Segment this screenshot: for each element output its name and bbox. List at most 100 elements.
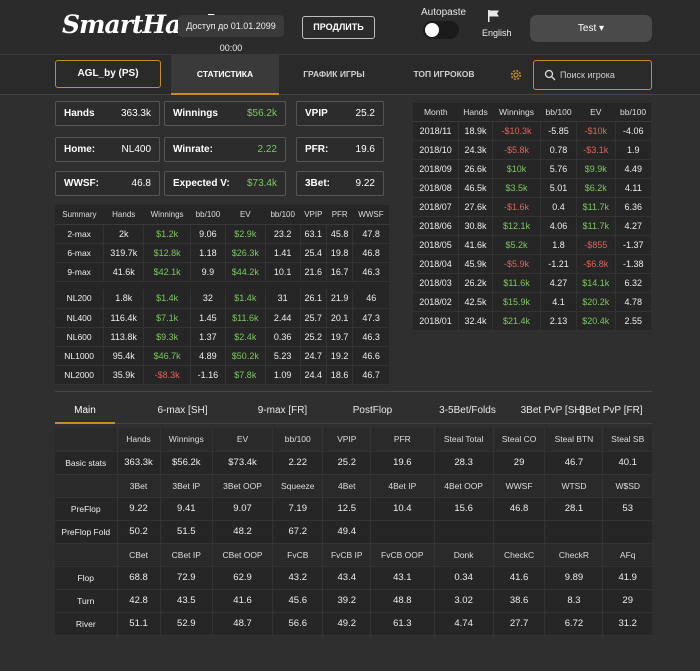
stat-cell	[544, 520, 603, 544]
table-cell: $2.4k	[224, 327, 266, 347]
stat-cell: 4Bet	[322, 474, 371, 498]
tab-statistics[interactable]: СТАТИСТИКА	[171, 55, 279, 95]
stat-cell: FvCB OOP	[370, 543, 435, 567]
table-cell: 16.7	[325, 262, 353, 282]
column-header[interactable]: EV	[225, 205, 266, 225]
stat-card-label: Hands	[64, 108, 95, 119]
table-cell: 21.6	[299, 262, 327, 282]
stat-cell: PFR	[370, 428, 435, 452]
stat-cell: 48.7	[212, 612, 273, 636]
stat-tab[interactable]: 3Bet PvP [FR]	[570, 399, 652, 424]
stat-cell: 9.22	[116, 497, 161, 521]
column-header[interactable]: EV	[576, 103, 616, 122]
stat-tab[interactable]: Main	[55, 399, 115, 424]
stat-cell: WTSD	[544, 474, 603, 498]
table-cell: 0.36	[264, 327, 301, 347]
section-divider	[55, 391, 652, 392]
table-cell: 319.7k	[103, 243, 144, 263]
table-row: 2018/06 30.8k $12.1k 4.06 $11.7k 4.27	[413, 216, 651, 236]
column-header[interactable]: bb/100	[540, 103, 577, 122]
table-cell: 35.9k	[103, 365, 144, 385]
stat-cell: 61.3	[370, 612, 435, 636]
stat-cell: 49.2	[322, 612, 371, 636]
column-header[interactable]: Month	[413, 103, 459, 122]
table-cell: $20.2k	[575, 292, 616, 312]
stat-cell: 2.22	[272, 451, 323, 475]
table-cell: 19.2	[325, 346, 353, 366]
table-cell: $11.7k	[575, 216, 616, 236]
stat-cell: WWSF	[492, 474, 545, 498]
table-row: 2018/02 42.5k $15.9k 4.1 $20.2k 4.78	[413, 292, 651, 312]
table-cell: 5.23	[264, 346, 301, 366]
table-cell: 2018/04	[413, 254, 459, 274]
stat-tab[interactable]: 6-max [SH]	[135, 399, 230, 424]
account-selector[interactable]: AGL_by (PS)	[55, 60, 161, 88]
table-cell: 21.9	[325, 289, 353, 309]
table-cell: $9.9k	[575, 159, 616, 179]
tab-game-chart[interactable]: ГРАФИК ИГРЫ	[279, 55, 389, 95]
stat-cell: 43.5	[159, 589, 213, 613]
table-cell: -1.16	[190, 365, 226, 385]
column-header[interactable]: bb/100	[190, 205, 226, 225]
stat-cell: 3Bet	[116, 474, 161, 498]
stat-card: VPIP 25.2	[296, 101, 384, 126]
row-label: PreFlop Fold	[55, 520, 117, 544]
table-cell: 26.6k	[458, 159, 493, 179]
column-header[interactable]: Winnings	[143, 205, 191, 225]
table-row: 2018/10 24.3k -$5.8k 0.78 -$3.1k 1.9	[413, 140, 651, 160]
stat-card-label: Winnings	[173, 108, 218, 119]
user-menu[interactable]: Test ▾	[530, 15, 652, 42]
stat-cell: Steal BTN	[544, 428, 603, 452]
stat-cell	[492, 520, 545, 544]
column-header[interactable]: bb/100	[615, 103, 651, 122]
table-row: 2018/07 27.6k -$1.6k 0.4 $11.7k 6.36	[413, 197, 651, 217]
stat-cell: Steal Total	[433, 428, 494, 452]
column-header[interactable]: PFR	[326, 205, 353, 225]
column-header[interactable]: VPIP	[300, 205, 327, 225]
table-cell: 2018/10	[413, 140, 459, 160]
gear-icon[interactable]	[509, 68, 523, 82]
language-label[interactable]: English	[482, 28, 512, 38]
column-header[interactable]: bb/100	[265, 205, 301, 225]
stat-cell: 27.7	[492, 612, 545, 636]
table-cell: $21.4k	[491, 311, 541, 331]
column-header[interactable]: Winnings	[492, 103, 541, 122]
stat-card-label: PFR:	[305, 144, 329, 155]
table-cell: 23.2	[264, 224, 301, 244]
search-input[interactable]	[560, 67, 648, 83]
table-cell: 31	[264, 289, 301, 309]
stat-cell: Squeeze	[272, 474, 323, 498]
column-header[interactable]: Hands	[458, 103, 493, 122]
column-header[interactable]: Summary	[55, 205, 104, 225]
stat-cell: 45.6	[272, 589, 323, 613]
stat-card: PFR: 19.6	[296, 137, 384, 162]
tab-top-players[interactable]: ТОП ИГРОКОВ	[389, 55, 499, 95]
table-cell: 26.2k	[458, 273, 493, 293]
stat-card: Home: NL400	[55, 137, 160, 162]
column-header[interactable]: Hands	[103, 205, 144, 225]
search-icon	[544, 69, 556, 81]
renew-button[interactable]: ПРОДЛИТЬ	[302, 16, 375, 39]
stat-card-value: 9.22	[355, 178, 375, 189]
flag-icon[interactable]	[487, 9, 501, 23]
table-cell: NL200	[55, 289, 104, 309]
stat-cell: 12.5	[322, 497, 371, 521]
header: SmartHand Доступ до 01.01.2099 00:00 ПРО…	[0, 0, 700, 55]
player-search[interactable]	[533, 60, 652, 90]
table-cell: 6.36	[614, 197, 651, 217]
table-cell: 4.1	[540, 292, 577, 312]
table-cell: 6-max	[55, 243, 104, 263]
table-cell: 1.8	[540, 235, 577, 255]
autopaste-toggle[interactable]	[423, 21, 459, 39]
stat-cell: CBet OOP	[212, 543, 273, 567]
table-cell: -$6.8k	[575, 254, 616, 274]
table-row: 9-max 41.6k $42.1k 9.9 $44.2k 10.1 21.6 16.7 46.…	[55, 262, 389, 282]
row-label: River	[55, 612, 117, 636]
stat-cell: 48.2	[212, 520, 273, 544]
table-cell: 2018/05	[413, 235, 459, 255]
table-cell: 116.4k	[103, 308, 144, 328]
table-cell: 46.7	[352, 365, 389, 385]
column-header[interactable]: WWSF	[352, 205, 389, 225]
stat-cell: FvCB IP	[322, 543, 371, 567]
stat-cell: 9.89	[544, 566, 603, 590]
